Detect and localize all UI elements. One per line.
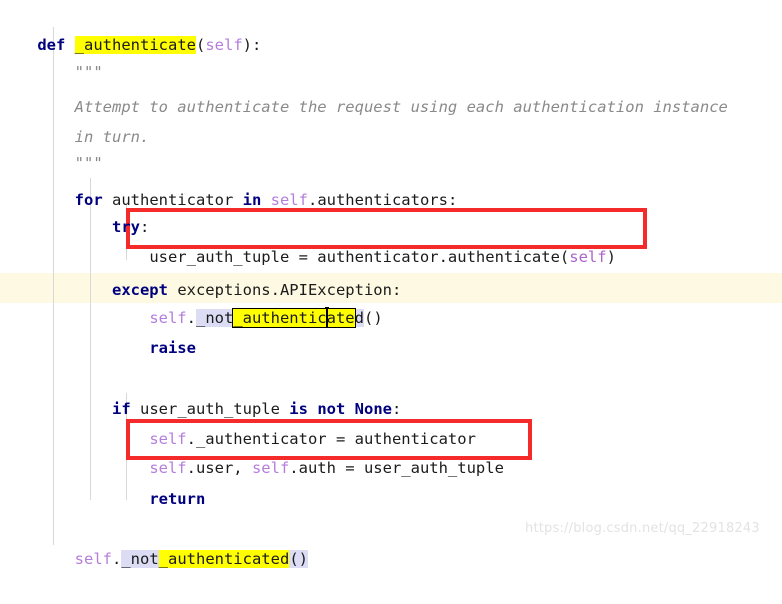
code-line-2[interactable]: """: [0, 27, 782, 81]
occurrence-prefix-19: _not: [121, 550, 159, 568]
code-line-14[interactable]: if user_auth_tuple is not None:: [0, 364, 782, 418]
code-line-15[interactable]: self._authenticator = authenticator: [0, 394, 782, 448]
self-token-8: self: [74, 550, 112, 568]
code-editor[interactable]: def _authenticate(self): """ Attempt to …: [0, 0, 782, 568]
code-line-1[interactable]: def _authenticate(self):: [0, 0, 782, 54]
code-line-17[interactable]: return: [0, 454, 782, 508]
code-line-12[interactable]: raise: [0, 303, 782, 357]
call-parens-19: (): [289, 550, 308, 568]
search-match-19: _authenticated: [158, 550, 290, 568]
indent-19: [37, 544, 74, 574]
code-line-3[interactable]: Attempt to authenticate the request usin…: [0, 62, 782, 116]
code-line-10[interactable]: except exceptions.APIException:: [0, 245, 782, 299]
code-line-8[interactable]: try:: [0, 182, 782, 236]
code-line-18-blank[interactable]: [0, 486, 782, 516]
code-line-16[interactable]: self.user, self.auth = user_auth_tuple: [0, 423, 782, 477]
code-line-11[interactable]: self._not_authenticated(): [0, 273, 782, 328]
code-line-13-blank[interactable]: [0, 335, 782, 365]
csdn-watermark: https://blog.csdn.net/qq_22918243: [525, 521, 760, 536]
code-line-9[interactable]: user_auth_tuple = authenticator.authenti…: [0, 212, 782, 266]
code-line-7[interactable]: for authenticator in self.authenticators…: [0, 155, 782, 209]
dot-19: .: [111, 550, 122, 568]
